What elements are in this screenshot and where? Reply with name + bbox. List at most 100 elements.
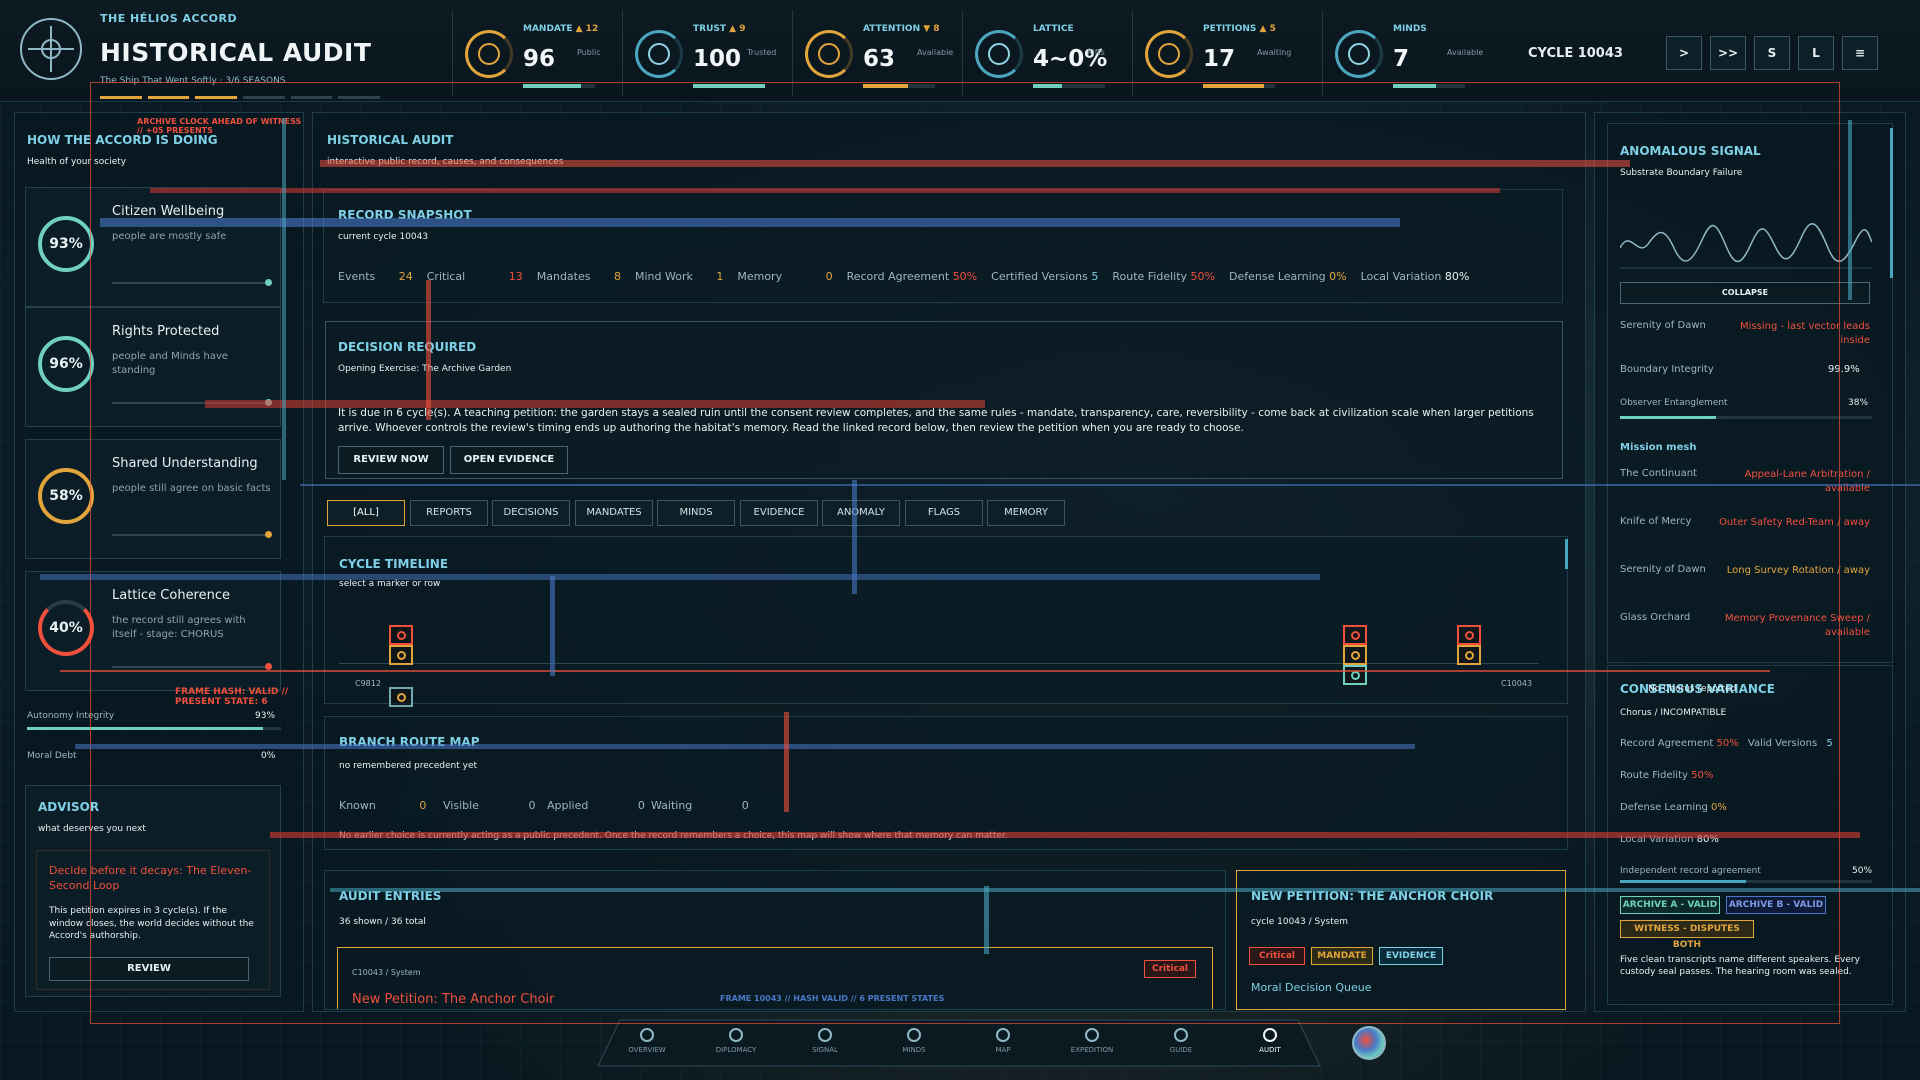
mesh-title: Mission mesh — [1620, 442, 1697, 453]
collapse-button[interactable]: COLLAPSE — [1620, 282, 1870, 304]
load-button[interactable]: L — [1798, 36, 1834, 70]
autonomy-value: 93% — [255, 711, 276, 721]
stat-bar — [523, 84, 595, 88]
consensus-overlay: No Chorus reported — [1648, 684, 1737, 694]
tab-reports[interactable]: REPORTS — [410, 500, 488, 526]
timeline-marker-evidence[interactable] — [1343, 665, 1367, 685]
stat-delta: ▼ 8 — [923, 24, 940, 34]
mandate-icon — [465, 30, 513, 78]
route-stat-known: Known 0 — [339, 799, 427, 812]
boundary-value: 99.9% — [1828, 364, 1860, 375]
snapshot-title: RECORD SNAPSHOT — [338, 208, 472, 222]
stat-minds[interactable]: MINDS 7 Available — [1322, 10, 1487, 96]
attention-icon — [805, 30, 853, 78]
card-title: Rights Protected — [112, 324, 220, 339]
timeline-marker-mandate[interactable] — [1343, 645, 1367, 665]
advisor-review-button[interactable]: REVIEW — [49, 957, 249, 981]
stat-label: LATTICE — [1033, 24, 1074, 34]
mesh-status: Outer Safety Red-Team / away — [1719, 517, 1870, 528]
page-title: HISTORICAL AUDIT — [100, 38, 372, 67]
timeline-marker-critical[interactable] — [1343, 625, 1367, 645]
route-map-note: No earlier choice is currently acting as… — [339, 831, 1008, 841]
tab-anomaly[interactable]: ANOMALY — [822, 500, 900, 526]
decision-body: It is due in 6 cycle(s). A teaching peti… — [338, 407, 1534, 434]
metric-local-variation: Local Variation 80% — [1360, 270, 1470, 283]
record-snapshot: RECORD SNAPSHOT current cycle 10043 Even… — [323, 189, 1563, 303]
tab-decisions[interactable]: DECISIONS — [492, 500, 570, 526]
timeline-marker-evidence[interactable] — [389, 687, 413, 707]
tab-mandates[interactable]: MANDATES — [575, 500, 653, 526]
metric-mandates: Mandates 8 — [536, 270, 621, 283]
step-button[interactable]: > — [1666, 36, 1702, 70]
timeline-marker-mandate[interactable] — [1457, 645, 1481, 665]
fast-forward-button[interactable]: >> — [1710, 36, 1746, 70]
advisor-alert-body: This petition expires in 3 cycle(s). If … — [49, 906, 254, 942]
menu-button[interactable]: ≡ — [1842, 36, 1878, 70]
nav-signal[interactable]: SIGNAL — [790, 1028, 860, 1054]
health-card-rights[interactable]: 96% Rights Protected people and Minds ha… — [25, 307, 281, 427]
nav-overview[interactable]: OVERVIEW — [612, 1028, 682, 1054]
stat-trust[interactable]: TRUST ▲ 9 100 Trusted — [622, 10, 787, 96]
tab-minds[interactable]: MINDS — [657, 500, 735, 526]
cycle-timeline[interactable]: CYCLE TIMELINE select a marker or row C9… — [324, 536, 1568, 707]
nav-diplomacy[interactable]: DIPLOMACY — [701, 1028, 771, 1054]
gauge: 40% — [38, 600, 94, 656]
anomaly-scrollbar[interactable] — [1890, 128, 1893, 278]
metric-defense-learning: Defense Learning 0% — [1229, 270, 1347, 283]
anomaly-subtitle: Substrate Boundary Failure — [1620, 168, 1743, 178]
nav-minds[interactable]: MINDS — [879, 1028, 949, 1054]
nav-guide[interactable]: GUIDE — [1146, 1028, 1216, 1054]
audit-entries: AUDIT ENTRIES 36 shown / 36 total C10043… — [324, 870, 1226, 1010]
nav-expedition[interactable]: EXPEDITION — [1057, 1028, 1127, 1054]
top-bar: THE HÉLIOS ACCORD HISTORICAL AUDIT The S… — [0, 0, 1920, 102]
stat-value: 17 — [1203, 46, 1236, 72]
tab-all[interactable]: [ALL] — [327, 500, 405, 526]
timeline-marker-mandate[interactable] — [389, 645, 413, 665]
main-title: HISTORICAL AUDIT — [327, 133, 454, 147]
stat-label: MANDATE — [523, 24, 573, 34]
stat-petitions[interactable]: PETITIONS ▲ 5 17 Awaiting — [1132, 10, 1297, 96]
branch-route-map: BRANCH ROUTE MAP no remembered precedent… — [324, 716, 1568, 850]
tab-memory[interactable]: MEMORY — [987, 500, 1065, 526]
consensus-row: Record Agreement 50% Valid Versions 5 — [1620, 738, 1833, 749]
timeline-marker-critical[interactable] — [389, 625, 413, 645]
timeline-marker-critical[interactable] — [1457, 625, 1481, 645]
audit-count: 36 shown / 36 total — [339, 917, 426, 927]
stat-caption: Available — [917, 48, 954, 57]
health-card-wellbeing[interactable]: 93% Citizen Wellbeing people are mostly … — [25, 187, 281, 307]
consensus-row: Defense Learning 0% — [1620, 802, 1727, 813]
stat-mandate[interactable]: MANDATE ▲ 12 96 Public — [452, 10, 617, 96]
minds-icon — [907, 1028, 921, 1042]
tab-flags[interactable]: FLAGS — [905, 500, 983, 526]
player-avatar[interactable] — [1352, 1026, 1386, 1060]
petition-title: NEW PETITION: THE ANCHOR CHOIR — [1251, 889, 1494, 903]
nav-map[interactable]: MAP — [968, 1028, 1038, 1054]
health-card-lattice[interactable]: 40% Lattice Coherence the record still a… — [25, 571, 281, 691]
route-stat-visible: Visible 0 — [443, 799, 536, 812]
save-button[interactable]: S — [1754, 36, 1790, 70]
stat-lattice[interactable]: LATTICE 4~0% Rifts — [962, 10, 1127, 96]
stat-attention[interactable]: ATTENTION ▼ 8 63 Available — [792, 10, 957, 96]
tab-evidence[interactable]: EVIDENCE — [740, 500, 818, 526]
stat-caption: Awaiting — [1257, 48, 1292, 57]
card-desc: people are mostly safe — [112, 231, 227, 242]
timeline-scrollbar[interactable] — [1565, 539, 1568, 569]
petition-tag-critical: Critical — [1249, 947, 1305, 965]
health-card-understanding[interactable]: 58% Shared Understanding people still ag… — [25, 439, 281, 559]
petition-tag-evidence: EVIDENCE — [1379, 947, 1443, 965]
timeline-title: CYCLE TIMELINE — [339, 557, 449, 571]
new-petition-panel[interactable]: NEW PETITION: THE ANCHOR CHOIR cycle 100… — [1236, 870, 1566, 1010]
autonomy-label: Autonomy Integrity — [27, 711, 115, 721]
mesh-name: Serenity of Dawn — [1620, 564, 1706, 575]
petition-tag-mandate: MANDATE — [1311, 947, 1373, 965]
advisor-alert-title: Decide before it decays: The Eleven-Seco… — [49, 864, 252, 893]
review-now-button[interactable]: REVIEW NOW — [338, 446, 444, 474]
autonomy-bar — [27, 727, 281, 730]
card-track — [112, 279, 272, 286]
snapshot-subtitle: current cycle 10043 — [338, 232, 429, 242]
stat-label: MINDS — [1393, 24, 1427, 34]
open-evidence-button[interactable]: OPEN EVIDENCE — [450, 446, 568, 474]
advisor-alert: Decide before it decays: The Eleven-Seco… — [36, 850, 270, 990]
nav-audit[interactable]: AUDIT — [1235, 1028, 1305, 1054]
petition-meta: cycle 10043 / System — [1251, 917, 1349, 927]
